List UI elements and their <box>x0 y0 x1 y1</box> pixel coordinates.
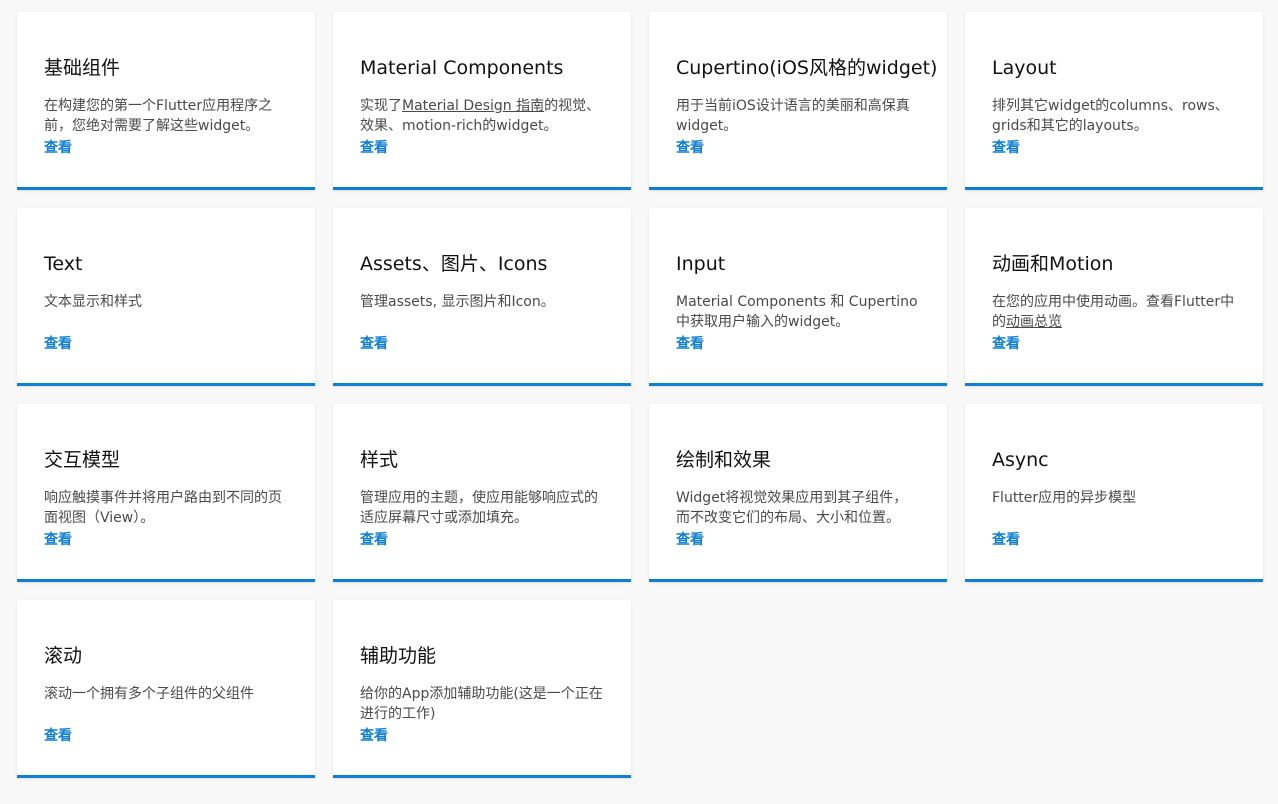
view-link[interactable]: 查看 <box>360 532 388 548</box>
view-link[interactable]: 查看 <box>360 140 388 156</box>
card-title: 绘制和效果 <box>676 449 772 471</box>
card-description: 管理应用的主题，使应用能够响应式的适应屏幕尺寸或添加填充。 <box>360 490 598 526</box>
card-description: Flutter应用的异步模型 <box>992 490 1137 506</box>
card-description: Widget将视觉效果应用到其子组件，而不改变它们的布局、大小和位置。 <box>676 490 908 526</box>
card-title: Async <box>992 449 1049 471</box>
card-animation-motion: 动画和Motion 在您的应用中使用动画。查看Flutter中的动画总览 查看 <box>965 208 1263 386</box>
view-link[interactable]: 查看 <box>360 336 388 352</box>
widget-catalog-grid: 基础组件 在构建您的第一个Flutter应用程序之前，您绝对需要了解这些widg… <box>0 0 1278 804</box>
card-title: 交互模型 <box>44 449 121 471</box>
view-link[interactable]: 查看 <box>360 728 388 744</box>
card-styling: 样式 管理应用的主题，使应用能够响应式的适应屏幕尺寸或添加填充。 查看 <box>333 404 631 582</box>
card-description: 用于当前iOS设计语言的美丽和高保真widget。 <box>676 98 910 134</box>
card-description: 给你的App添加辅助功能(这是一个正在进行的工作) <box>360 686 603 722</box>
card-async: Async Flutter应用的异步模型 查看 <box>965 404 1263 582</box>
card-description: 在您的应用中使用动画。查看Flutter中的动画总览 <box>992 292 1237 332</box>
animation-overview-link[interactable]: 动画总览 <box>1006 314 1062 330</box>
card-description: 实现了Material Design 指南的视觉、效果、motion-rich的… <box>360 96 605 136</box>
card-title: 辅助功能 <box>360 645 437 667</box>
view-link[interactable]: 查看 <box>992 336 1020 352</box>
card-cupertino: Cupertino(iOS风格的widget) 用于当前iOS设计语言的美丽和高… <box>649 12 947 190</box>
card-text: Text 文本显示和样式 查看 <box>17 208 315 386</box>
card-painting-effects: 绘制和效果 Widget将视觉效果应用到其子组件，而不改变它们的布局、大小和位置… <box>649 404 947 582</box>
card-basic-widgets: 基础组件 在构建您的第一个Flutter应用程序之前，您绝对需要了解这些widg… <box>17 12 315 190</box>
card-layout: Layout 排列其它widget的columns、rows、grids和其它的… <box>965 12 1263 190</box>
card-title: Input <box>676 253 726 275</box>
card-title: 滚动 <box>44 645 83 667</box>
material-design-guidelines-link[interactable]: Material Design 指南 <box>402 98 544 114</box>
view-link[interactable]: 查看 <box>676 336 704 352</box>
card-description: 在构建您的第一个Flutter应用程序之前，您绝对需要了解这些widget。 <box>44 98 273 134</box>
card-assets-images-icons: Assets、图片、Icons 管理assets, 显示图片和Icon。 查看 <box>333 208 631 386</box>
card-title: Material Components <box>360 57 564 79</box>
view-link[interactable]: 查看 <box>676 140 704 156</box>
card-title: 基础组件 <box>44 57 121 79</box>
card-description: Material Components 和 Cupertino中获取用户输入的w… <box>676 294 918 330</box>
card-description-prefix: 实现了 <box>360 98 402 114</box>
card-title: Assets、图片、Icons <box>360 253 548 275</box>
card-title: 动画和Motion <box>992 253 1114 275</box>
card-interaction-models: 交互模型 响应触摸事件并将用户路由到不同的页面视图（View）。 查看 <box>17 404 315 582</box>
card-description: 文本显示和样式 <box>44 294 142 310</box>
card-description: 管理assets, 显示图片和Icon。 <box>360 294 555 310</box>
card-title: Cupertino(iOS风格的widget) <box>676 57 938 79</box>
view-link[interactable]: 查看 <box>992 532 1020 548</box>
view-link[interactable]: 查看 <box>676 532 704 548</box>
card-scrolling: 滚动 滚动一个拥有多个子组件的父组件 查看 <box>17 600 315 778</box>
card-title: Text <box>44 253 83 275</box>
card-material-components: Material Components 实现了Material Design 指… <box>333 12 631 190</box>
view-link[interactable]: 查看 <box>992 140 1020 156</box>
view-link[interactable]: 查看 <box>44 532 72 548</box>
view-link[interactable]: 查看 <box>44 728 72 744</box>
card-description: 响应触摸事件并将用户路由到不同的页面视图（View）。 <box>44 490 282 526</box>
card-input: Input Material Components 和 Cupertino中获取… <box>649 208 947 386</box>
card-title: 样式 <box>360 449 399 471</box>
view-link[interactable]: 查看 <box>44 336 72 352</box>
card-title: Layout <box>992 57 1057 79</box>
view-link[interactable]: 查看 <box>44 140 72 156</box>
card-accessibility: 辅助功能 给你的App添加辅助功能(这是一个正在进行的工作) 查看 <box>333 600 631 778</box>
card-description: 滚动一个拥有多个子组件的父组件 <box>44 686 254 702</box>
card-description: 排列其它widget的columns、rows、grids和其它的layouts… <box>992 98 1229 134</box>
